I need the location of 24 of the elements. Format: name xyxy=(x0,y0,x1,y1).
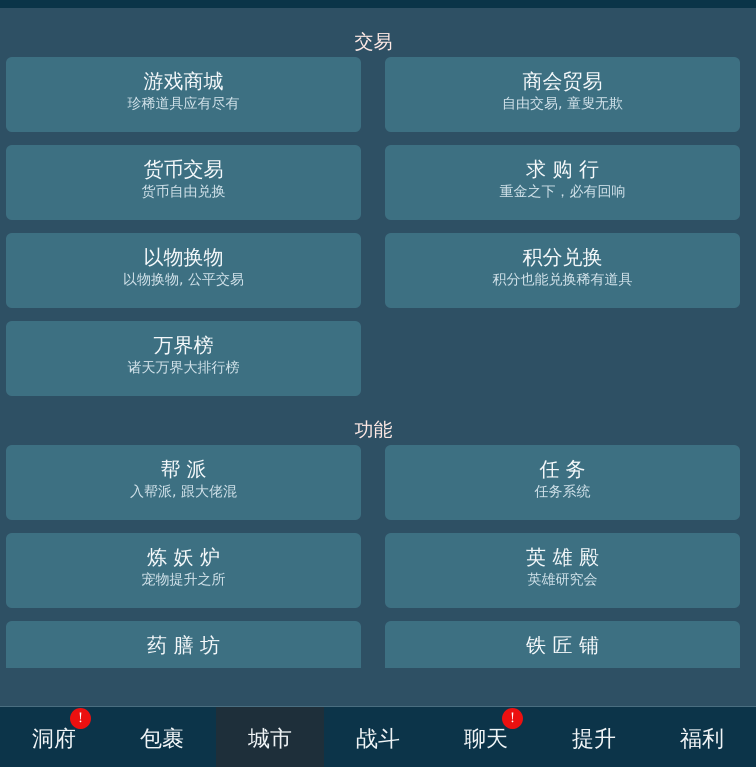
menu-card[interactable]: 求 购 行 重金之下，必有回响 xyxy=(385,145,740,220)
menu-card[interactable]: 帮 派 入帮派, 跟大佬混 xyxy=(6,445,361,520)
menu-card[interactable]: 万界榜 诸天万界大排行榜 xyxy=(6,321,361,396)
menu-card[interactable]: 货币交易 货币自由兑换 xyxy=(6,145,361,220)
menu-card[interactable]: 以物换物 以物换物, 公平交易 xyxy=(6,233,361,308)
nav-tab[interactable]: 提升 xyxy=(540,707,648,767)
menu-card[interactable]: 铁 匠 铺 xyxy=(385,621,740,668)
nav-tab[interactable]: 城市 xyxy=(216,707,324,767)
section-heading: 交易 xyxy=(354,30,392,54)
menu-card[interactable]: 游戏商城 珍稀道具应有尽有 xyxy=(6,57,361,132)
menu-card[interactable]: 炼 妖 炉 宠物提升之所 xyxy=(6,533,361,608)
nav-tab[interactable]: 战斗 xyxy=(324,707,432,767)
menu-card[interactable]: 英 雄 殿 英雄研究会 xyxy=(385,533,740,608)
nav-tab[interactable]: 包裹 xyxy=(108,707,216,767)
section-heading: 功能 xyxy=(354,418,392,442)
notification-badge: ! xyxy=(70,708,91,729)
menu-card[interactable]: 商会贸易 自由交易, 童叟无欺 xyxy=(385,57,740,132)
menu-card[interactable]: 药 膳 坊 xyxy=(6,621,361,668)
menu-card[interactable]: 任 务 任务系统 xyxy=(385,445,740,520)
nav-tab[interactable]: 福利 xyxy=(648,707,756,767)
nav-tab[interactable]: 聊天 ! xyxy=(432,707,540,767)
menu-card[interactable]: 积分兑换 积分也能兑换稀有道具 xyxy=(385,233,740,308)
nav-tab[interactable]: 洞府 ! xyxy=(0,707,108,767)
notification-badge: ! xyxy=(502,708,523,729)
